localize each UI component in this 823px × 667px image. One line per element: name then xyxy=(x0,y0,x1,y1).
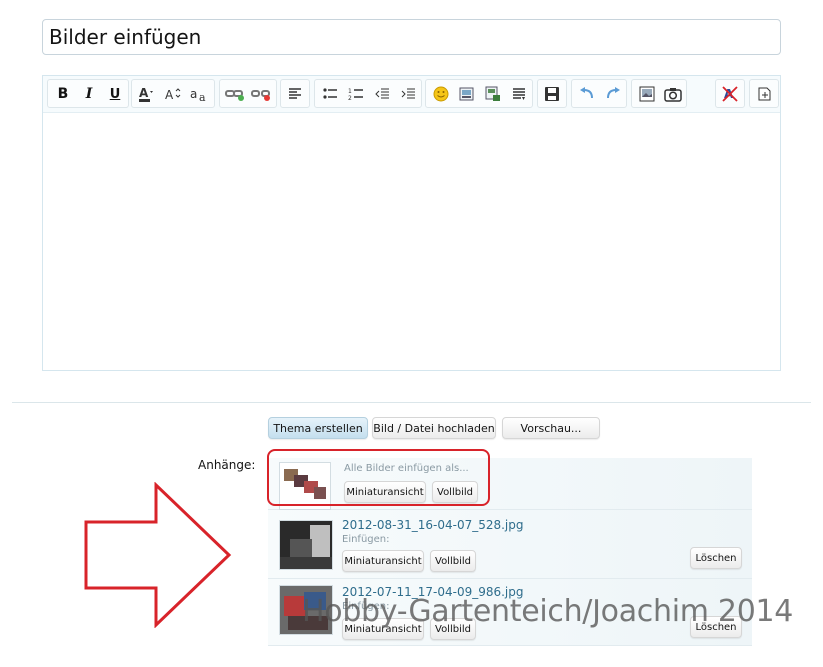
toolbar-group-link xyxy=(219,79,277,108)
attachments-label: Anhänge: xyxy=(198,458,256,472)
unlink-icon[interactable] xyxy=(250,83,272,105)
italic-icon[interactable]: I xyxy=(78,83,100,105)
indent-icon[interactable] xyxy=(397,83,419,105)
camera-icon[interactable] xyxy=(662,83,684,105)
font-family-icon[interactable]: aa xyxy=(188,83,210,105)
section-divider xyxy=(12,402,811,403)
toolbar-group-media xyxy=(631,79,687,108)
font-color-icon[interactable]: A xyxy=(136,83,158,105)
toolbar-group-format: A xyxy=(715,79,745,108)
thread-title-input[interactable]: Bilder einfügen xyxy=(42,19,781,55)
toolbar-group-align xyxy=(280,79,310,108)
svg-text:A: A xyxy=(139,86,149,100)
insert-media-icon[interactable] xyxy=(482,83,504,105)
message-text-area[interactable] xyxy=(43,113,780,370)
toolbar-group-text-style: B I U xyxy=(47,79,129,108)
toolbar-group-insert xyxy=(425,79,533,108)
toolbar-group-mode xyxy=(749,79,779,108)
delete-attachment-button[interactable]: Löschen xyxy=(690,547,742,569)
toggle-bbcode-icon[interactable] xyxy=(753,83,775,105)
attachment-filename[interactable]: 2012-08-31_16-04-07_528.jpg xyxy=(342,518,524,532)
insert-image-icon[interactable] xyxy=(456,83,478,105)
more-options-icon[interactable] xyxy=(508,83,530,105)
numbered-list-icon[interactable]: 12 xyxy=(345,83,367,105)
preview-button[interactable]: Vorschau... xyxy=(502,417,600,439)
bold-icon[interactable]: B xyxy=(52,83,74,105)
svg-text:2: 2 xyxy=(348,95,352,101)
smilie-icon[interactable] xyxy=(430,83,452,105)
attachment-item: 2012-08-31_16-04-07_528.jpg Einfügen: Mi… xyxy=(268,510,752,579)
align-left-icon[interactable] xyxy=(284,83,306,105)
insert-gallery-icon[interactable] xyxy=(636,83,658,105)
bulleted-list-icon[interactable] xyxy=(319,83,341,105)
redo-icon[interactable] xyxy=(602,83,624,105)
outdent-icon[interactable] xyxy=(371,83,393,105)
link-icon[interactable] xyxy=(224,83,246,105)
remove-formatting-icon[interactable]: A xyxy=(719,83,741,105)
toolbar-group-lists: 12 xyxy=(314,79,422,108)
svg-text:a: a xyxy=(190,87,197,101)
attachment-thumbnail[interactable] xyxy=(279,520,333,570)
attachment-insert-label: Einfügen: xyxy=(342,534,390,545)
toolbar-group-history xyxy=(571,79,627,108)
highlight-box xyxy=(267,449,490,506)
red-arrow-annotation xyxy=(84,482,232,628)
message-editor[interactable]: B I U A A aa 1 2 A xyxy=(42,75,781,371)
insert-full-button[interactable]: Vollbild xyxy=(430,550,476,572)
toolbar-group-font: A A aa xyxy=(131,79,215,108)
font-size-icon[interactable]: A xyxy=(162,83,184,105)
undo-icon[interactable] xyxy=(576,83,598,105)
insert-thumbnail-button[interactable]: Miniaturansicht xyxy=(342,550,424,572)
svg-text:1: 1 xyxy=(348,88,352,95)
create-thread-button[interactable]: Thema erstellen xyxy=(268,417,368,439)
save-draft-icon[interactable] xyxy=(541,83,563,105)
toolbar-group-save xyxy=(537,79,567,108)
svg-text:a: a xyxy=(199,91,206,103)
underline-icon[interactable]: U xyxy=(104,83,126,105)
upload-file-button[interactable]: Bild / Datei hochladen xyxy=(372,417,496,439)
editor-toolbar: B I U A A aa 1 2 A xyxy=(43,76,780,113)
watermark-text: Hobby-Gartenteich/Joachim 2014 xyxy=(302,594,794,629)
svg-text:A: A xyxy=(165,88,174,102)
